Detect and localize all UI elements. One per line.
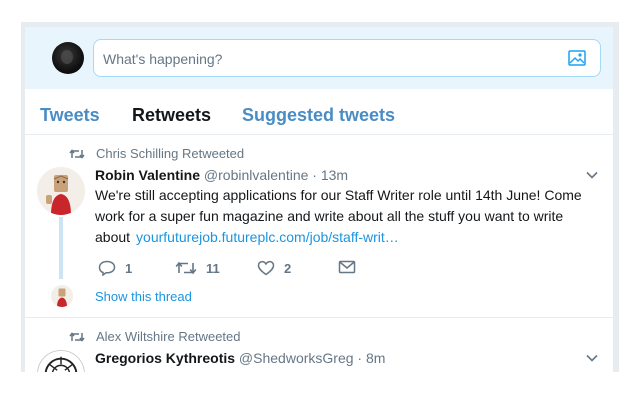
retweet-icon	[175, 261, 197, 275]
tab-retweets[interactable]: Retweets	[132, 105, 211, 126]
chevron-down-icon[interactable]	[586, 354, 598, 362]
reply-button[interactable]: 1	[98, 260, 132, 276]
retweet-button[interactable]: 11	[175, 260, 220, 276]
retweet-icon	[69, 331, 85, 342]
author-handle[interactable]: @ShedworksGreg	[239, 350, 354, 366]
tweet-item[interactable]: Alex Wiltshire Retweeted Gregorios Kythr…	[25, 318, 613, 372]
avatar-illustration	[37, 167, 85, 215]
author-name[interactable]: Gregorios Kythreotis	[95, 350, 235, 366]
tweet-time[interactable]: 13m	[321, 167, 348, 183]
thread-author-avatar[interactable]	[51, 285, 73, 307]
image-icon[interactable]	[568, 50, 586, 66]
retweet-context: Chris Schilling Retweeted	[69, 146, 244, 161]
compose-bar: What's happening?	[25, 27, 613, 89]
retweet-count: 11	[206, 260, 220, 276]
avatar-illustration	[38, 351, 84, 372]
retweeted-by-label[interactable]: Alex Wiltshire Retweeted	[96, 329, 241, 344]
chevron-down-icon[interactable]	[586, 171, 598, 179]
tweet-time[interactable]: 8m	[366, 350, 385, 366]
direct-message-button[interactable]	[338, 260, 356, 274]
tweet-item[interactable]: Chris Schilling Retweeted Robin Valentin…	[25, 135, 613, 318]
separator-dot: ·	[357, 350, 363, 366]
heart-icon	[257, 260, 275, 276]
author-avatar[interactable]	[37, 350, 85, 372]
envelope-icon	[338, 260, 356, 274]
author-avatar[interactable]	[37, 167, 85, 215]
avatar-illustration-small	[51, 285, 73, 307]
tab-tweets[interactable]: Tweets	[40, 105, 100, 126]
tweet-header: Gregorios Kythreotis @ShedworksGreg · 8m	[95, 350, 385, 366]
compose-placeholder: What's happening?	[103, 51, 223, 67]
tweet-link[interactable]: yourfuturejob.futureplc.com/job/staff-wr…	[136, 229, 399, 245]
tweets-panel: Tweets Retweets Suggested tweets Chris S…	[25, 89, 613, 372]
reply-count: 1	[125, 260, 133, 276]
tweet-header: Robin Valentine @robinlvalentine · 13m	[95, 167, 348, 183]
retweeted-by-label[interactable]: Chris Schilling Retweeted	[96, 146, 244, 161]
show-thread-link[interactable]: Show this thread	[95, 289, 192, 304]
separator-dot: ·	[312, 167, 317, 183]
tab-bar: Tweets Retweets Suggested tweets	[25, 89, 613, 135]
compose-input[interactable]: What's happening?	[93, 39, 601, 77]
author-handle[interactable]: @robinlvalentine	[204, 167, 309, 183]
tab-suggested-tweets[interactable]: Suggested tweets	[242, 105, 395, 126]
retweet-context: Alex Wiltshire Retweeted	[69, 329, 241, 344]
tweet-text: We're still accepting applications for o…	[95, 185, 595, 248]
retweet-icon	[69, 148, 85, 159]
like-button[interactable]: 2	[257, 260, 291, 276]
author-name[interactable]: Robin Valentine	[95, 167, 200, 183]
user-avatar[interactable]	[52, 42, 84, 74]
thread-connector	[59, 217, 63, 279]
like-count: 2	[284, 260, 292, 276]
reply-icon	[98, 260, 116, 276]
